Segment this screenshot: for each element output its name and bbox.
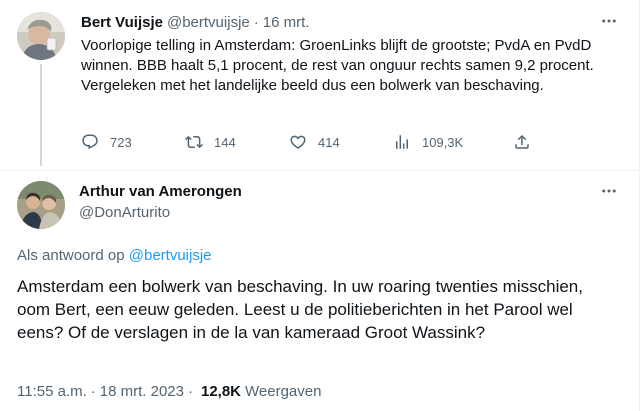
- separator: ·: [187, 383, 193, 400]
- like-count: 414: [318, 134, 340, 150]
- views-icon: [396, 135, 408, 149]
- tweet-time[interactable]: 11:55 a.m.: [17, 383, 87, 400]
- views-count[interactable]: 12,8K: [201, 383, 241, 400]
- divider: [0, 170, 640, 171]
- views-label: Weergaven: [245, 383, 322, 400]
- share-icon: [515, 134, 529, 149]
- separator: ·: [90, 383, 96, 400]
- retweet-button[interactable]: 144: [185, 133, 236, 151]
- views-button[interactable]: 109,3K: [393, 133, 463, 151]
- tweet-thread: Bert Vuijsje @bertvuijsje · 16 mrt. Voor…: [0, 0, 640, 411]
- author-handle[interactable]: @bertvuijsje: [167, 14, 250, 31]
- reply-to-link[interactable]: @bertvuijsje: [129, 247, 212, 264]
- retweet-icon: [185, 135, 203, 149]
- more-icon: [602, 19, 616, 23]
- avatar-photo: [17, 12, 65, 60]
- author-handle[interactable]: @DonArturito: [79, 204, 170, 221]
- views-count: 109,3K: [422, 134, 464, 150]
- tweet-text: Voorlopige telling in Amsterdam: GroenLi…: [81, 37, 594, 94]
- tweet-date[interactable]: 18 mrt. 2023: [100, 383, 184, 400]
- reply-icon: [82, 134, 98, 150]
- like-icon: [290, 135, 306, 149]
- separator: ·: [253, 13, 259, 31]
- tweet-meta: 11:55 a.m. · 18 mrt. 2023 · 12,8K Weerga…: [17, 383, 321, 400]
- tweet-date[interactable]: 16 mrt.: [263, 14, 310, 31]
- avatar[interactable]: [17, 181, 65, 229]
- reply-button[interactable]: 723: [81, 133, 132, 151]
- retweet-count: 144: [214, 134, 236, 150]
- reply-context: Als antwoord op @bertvuijsje: [17, 247, 212, 264]
- avatar-photo: [17, 181, 65, 229]
- avatar[interactable]: [17, 12, 65, 60]
- reply-prefix: Als antwoord op: [17, 247, 125, 264]
- author-name[interactable]: Arthur van Amerongen: [79, 183, 242, 200]
- tweet-text: Amsterdam een bolwerk van beschaving. In…: [17, 277, 583, 342]
- more-button[interactable]: [598, 180, 620, 202]
- share-button[interactable]: [513, 133, 531, 151]
- reply-count: 723: [110, 134, 132, 150]
- like-button[interactable]: 414: [289, 133, 340, 151]
- thread-connector: [40, 64, 42, 166]
- author-name[interactable]: Bert Vuijsje: [81, 14, 163, 31]
- more-button[interactable]: [598, 10, 620, 32]
- tweet-header: Bert Vuijsje @bertvuijsje · 16 mrt.: [81, 12, 309, 32]
- tweet-actions: 723 144 414 109,3K: [81, 133, 541, 153]
- more-icon: [602, 189, 616, 193]
